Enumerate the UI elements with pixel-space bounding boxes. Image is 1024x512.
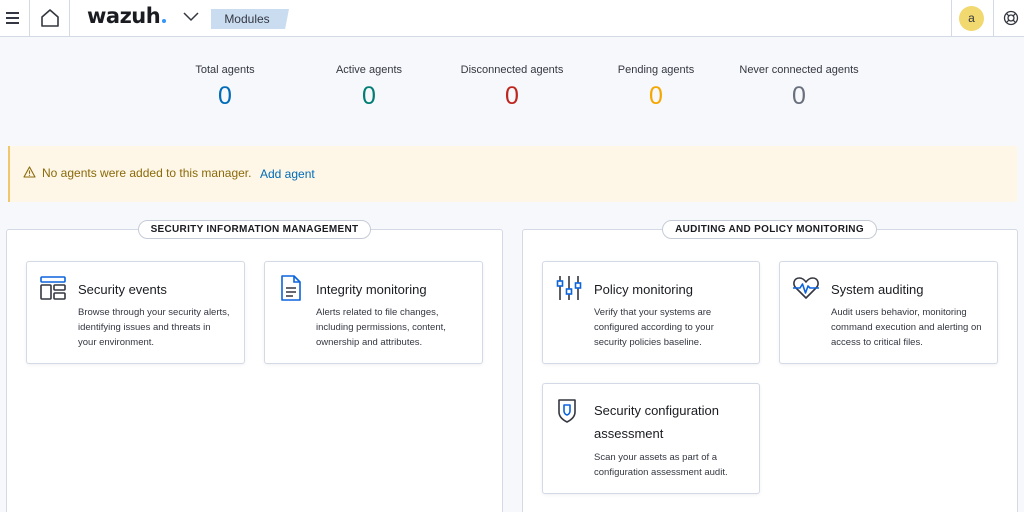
shield-doc-icon xyxy=(558,399,576,423)
card-title: Security events xyxy=(78,282,167,297)
sliders-icon xyxy=(556,276,582,300)
stat-disconnected-agents[interactable]: Disconnected agents 0 xyxy=(442,64,582,111)
card-description: Alerts related to file changes, includin… xyxy=(316,307,446,348)
security-configuration-assessment-card[interactable]: Security configuration assessment Scan y… xyxy=(542,383,760,494)
stat-total-agents[interactable]: Total agents 0 xyxy=(155,64,295,111)
stat-value[interactable]: 0 xyxy=(442,82,582,111)
stat-active-agents[interactable]: Active agents 0 xyxy=(299,64,439,111)
card-title: Integrity monitoring xyxy=(316,282,427,297)
logo-text: wazuh xyxy=(87,4,161,28)
header-divider xyxy=(993,0,994,37)
stat-value[interactable]: 0 xyxy=(299,82,439,111)
card-title: Policy monitoring xyxy=(594,282,693,297)
stat-label: Disconnected agents xyxy=(460,64,564,76)
card-description: Verify that your systems are configured … xyxy=(594,307,714,348)
warning-icon xyxy=(23,166,36,178)
security-events-card[interactable]: Security events Browse through your secu… xyxy=(26,261,245,364)
stat-label: Never connected agents xyxy=(739,64,859,76)
add-agent-link[interactable]: Add agent xyxy=(260,167,315,181)
card-title: System auditing xyxy=(831,282,924,297)
help-icon[interactable] xyxy=(1003,10,1019,26)
user-avatar[interactable]: a xyxy=(959,6,984,31)
heartbeat-icon xyxy=(793,277,819,299)
stat-label: Pending agents xyxy=(617,64,695,76)
stat-value[interactable]: 0 xyxy=(155,82,295,111)
header-divider xyxy=(951,0,952,37)
chevron-down-icon[interactable] xyxy=(183,11,199,23)
card-title: Security configuration assessment xyxy=(594,403,720,441)
stat-value[interactable]: 0 xyxy=(586,82,726,111)
dashboard-icon xyxy=(40,276,66,300)
breadcrumb-modules[interactable]: Modules xyxy=(211,9,289,29)
policy-monitoring-card[interactable]: Policy monitoring Verify that your syste… xyxy=(542,261,760,364)
panel-title-auditing: AUDITING AND POLICY MONITORING xyxy=(662,220,877,239)
no-agents-callout: No agents were added to this manager. Ad… xyxy=(8,146,1017,202)
card-description: Scan your assets as part of a configurat… xyxy=(594,452,728,478)
stat-pending-agents[interactable]: Pending agents 0 xyxy=(586,64,726,111)
stat-value[interactable]: 0 xyxy=(729,82,869,111)
top-header: wazuh Modules a xyxy=(0,0,1024,37)
logo-dot xyxy=(162,19,167,23)
stat-label: Total agents xyxy=(195,64,255,76)
integrity-monitoring-card[interactable]: Integrity monitoring Alerts related to f… xyxy=(264,261,483,364)
home-icon[interactable] xyxy=(40,8,60,28)
panel-title-security: SECURITY INFORMATION MANAGEMENT xyxy=(138,220,371,239)
system-auditing-card[interactable]: System auditing Audit users behavior, mo… xyxy=(779,261,998,364)
card-description: Browse through your security alerts, ide… xyxy=(78,307,230,348)
stat-never-connected-agents[interactable]: Never connected agents 0 xyxy=(729,64,869,111)
document-icon xyxy=(281,275,301,301)
callout-message: No agents were added to this manager. xyxy=(42,166,252,180)
header-divider xyxy=(69,0,70,37)
stat-label: Active agents xyxy=(335,64,403,76)
hamburger-menu-icon[interactable] xyxy=(6,10,20,26)
card-description: Audit users behavior, monitoring command… xyxy=(831,307,982,348)
header-divider xyxy=(29,0,30,37)
wazuh-logo[interactable]: wazuh xyxy=(87,4,167,28)
